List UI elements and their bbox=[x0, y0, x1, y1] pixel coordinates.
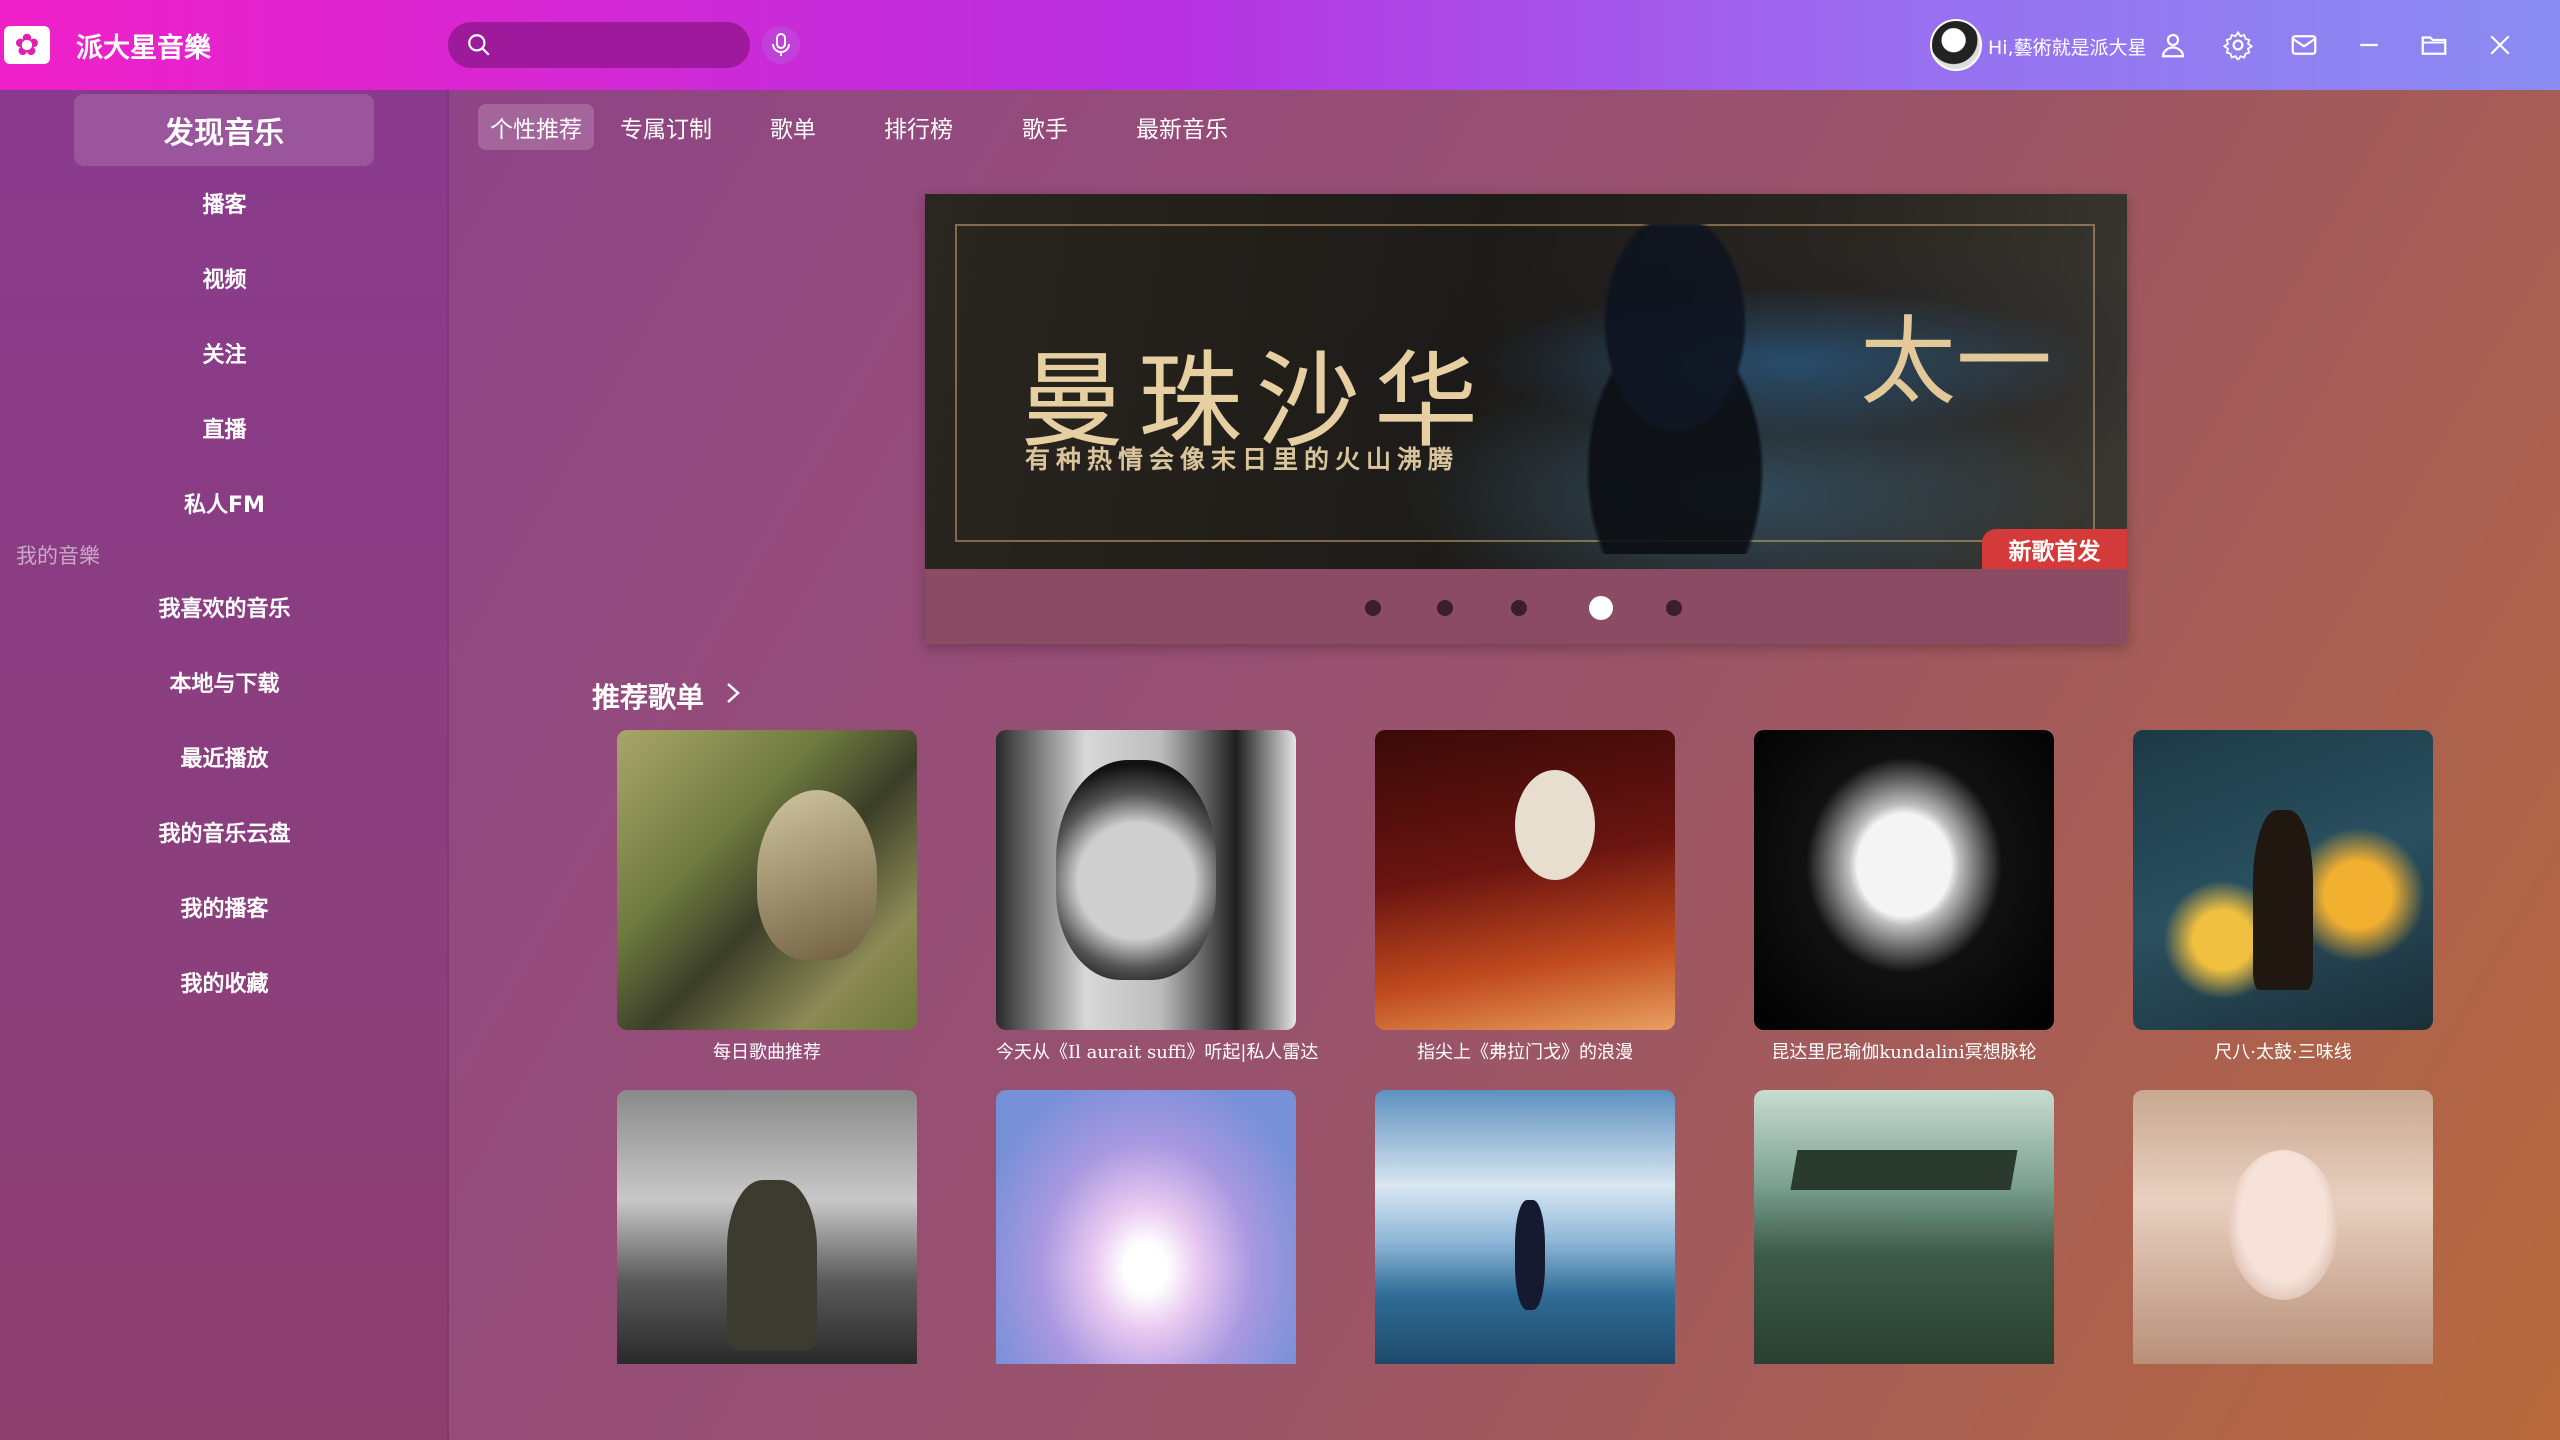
user-icon bbox=[2161, 33, 2185, 58]
my-music-section-label: 我的音樂 bbox=[16, 544, 100, 568]
sidebar-item-recent[interactable]: 最近播放 bbox=[0, 732, 449, 782]
search-input[interactable] bbox=[504, 30, 734, 60]
sidebar-item-podcast[interactable]: 播客 bbox=[0, 178, 449, 228]
playlist-card[interactable] bbox=[2133, 1090, 2433, 1364]
tab-new-music[interactable]: 最新音乐 bbox=[1124, 104, 1240, 150]
sidebar-item-liked[interactable]: 我喜欢的音乐 bbox=[0, 582, 449, 632]
sidebar-item-discover[interactable]: 发现音乐 bbox=[74, 94, 374, 166]
tab-recommend[interactable]: 个性推荐 bbox=[478, 104, 594, 150]
cover-art bbox=[727, 1180, 817, 1350]
app-logo-icon: ✿ bbox=[4, 26, 50, 64]
user-button[interactable] bbox=[2153, 25, 2193, 65]
playlist-card[interactable] bbox=[1754, 1090, 2054, 1364]
banner-image[interactable]: 曼珠沙华 有种热情会像末日里的火山沸腾 太一 新歌首发 bbox=[925, 194, 2127, 569]
close-icon bbox=[2490, 35, 2510, 55]
playlist-title[interactable]: 尺八·太鼓·三味线 bbox=[2133, 1038, 2433, 1064]
microphone-button[interactable] bbox=[762, 26, 800, 64]
sidebar: 发现音乐 播客 视频 关注 直播 私人FM 我的音樂 我喜欢的音乐 本地与下载 … bbox=[0, 90, 449, 1440]
banner-carousel: 曼珠沙华 有种热情会像末日里的火山沸腾 太一 新歌首发 bbox=[925, 194, 2127, 644]
avatar[interactable] bbox=[1930, 19, 1982, 71]
banner-subtitle: 有种热情会像末日里的火山沸腾 bbox=[1025, 445, 1460, 474]
cover-art bbox=[757, 790, 877, 960]
sidebar-item-collection[interactable]: 我的收藏 bbox=[0, 957, 449, 1007]
app-title: 派大星音樂 bbox=[76, 33, 211, 64]
tab-artists[interactable]: 歌手 bbox=[1010, 104, 1080, 150]
gear-icon bbox=[2223, 30, 2253, 60]
sidebar-item-follow[interactable]: 关注 bbox=[0, 328, 449, 378]
minimize-button[interactable] bbox=[2349, 25, 2389, 65]
search-icon bbox=[468, 34, 490, 56]
minimize-icon bbox=[2360, 43, 2378, 47]
playlist-cover[interactable] bbox=[1754, 730, 2054, 1030]
playlist-cover[interactable] bbox=[1754, 1090, 2054, 1364]
playlist-cover[interactable] bbox=[996, 730, 1296, 1030]
microphone-icon bbox=[772, 33, 790, 56]
playlist-title[interactable]: 指尖上《弗拉门戈》的浪漫 bbox=[1375, 1038, 1675, 1064]
carousel-dot[interactable] bbox=[1365, 600, 1381, 616]
playlist-title[interactable]: 今天从《Il aurait suffi》听起|私人雷达 bbox=[996, 1038, 1318, 1064]
playlist-card[interactable]: 指尖上《弗拉门戈》的浪漫 bbox=[1375, 730, 1675, 1064]
playlist-cover[interactable] bbox=[996, 1090, 1296, 1364]
sidebar-item-video[interactable]: 视频 bbox=[0, 253, 449, 303]
playlist-card[interactable]: 尺八·太鼓·三味线 bbox=[2133, 730, 2433, 1064]
sidebar-item-local[interactable]: 本地与下载 bbox=[0, 657, 449, 707]
playlist-title[interactable]: 每日歌曲推荐 bbox=[617, 1038, 917, 1064]
banner-figure bbox=[1525, 224, 1825, 554]
username[interactable]: Hi,藝術就是派大星 bbox=[1988, 33, 2147, 60]
playlist-title[interactable]: 昆达里尼瑜伽kundalini冥想脉轮 bbox=[1754, 1038, 2054, 1064]
carousel-dot[interactable] bbox=[1666, 600, 1682, 616]
playlist-cover[interactable] bbox=[617, 730, 917, 1030]
recommended-playlists-title[interactable]: 推荐歌单 bbox=[592, 676, 704, 716]
playlist-card[interactable]: 昆达里尼瑜伽kundalini冥想脉轮 bbox=[1754, 730, 2054, 1064]
search-box[interactable] bbox=[448, 22, 750, 68]
sidebar-item-live[interactable]: 直播 bbox=[0, 403, 449, 453]
playlist-card[interactable]: 每日歌曲推荐 bbox=[617, 730, 917, 1064]
cover-art bbox=[1515, 770, 1595, 880]
sidebar-item-fm[interactable]: 私人FM bbox=[0, 478, 449, 528]
mail-icon bbox=[2291, 35, 2317, 55]
playlist-cover[interactable] bbox=[1375, 730, 1675, 1030]
carousel-dots bbox=[925, 569, 2127, 644]
cover-art bbox=[1515, 1200, 1545, 1310]
settings-button[interactable] bbox=[2218, 25, 2258, 65]
carousel-dot-active[interactable] bbox=[1589, 596, 1613, 620]
carousel-dot[interactable] bbox=[1437, 600, 1453, 616]
playlist-cover[interactable] bbox=[1375, 1090, 1675, 1364]
playlist-cover[interactable] bbox=[617, 1090, 917, 1364]
playlist-card[interactable] bbox=[617, 1090, 917, 1364]
playlist-card[interactable] bbox=[1375, 1090, 1675, 1364]
carousel-dot[interactable] bbox=[1511, 600, 1527, 616]
playlist-cover[interactable] bbox=[2133, 730, 2433, 1030]
sidebar-item-cloud[interactable]: 我的音乐云盘 bbox=[0, 807, 449, 857]
playlist-card[interactable] bbox=[996, 1090, 1296, 1364]
mail-button[interactable] bbox=[2284, 25, 2324, 65]
close-button[interactable] bbox=[2480, 25, 2520, 65]
title-bar: ✿ 派大星音樂 Hi,藝術就是派大星 bbox=[0, 0, 2560, 90]
cover-art bbox=[1790, 1150, 2018, 1190]
tab-charts[interactable]: 排行榜 bbox=[872, 104, 965, 150]
playlist-card[interactable]: 今天从《Il aurait suffi》听起|私人雷达 bbox=[996, 730, 1318, 1064]
banner-tag-badge: 新歌首发 bbox=[1982, 529, 2127, 569]
banner-side-text: 太一 bbox=[1860, 306, 2052, 418]
chevron-right-icon[interactable] bbox=[722, 678, 744, 708]
tab-playlists[interactable]: 歌单 bbox=[758, 104, 828, 150]
tab-custom[interactable]: 专属订制 bbox=[608, 104, 724, 150]
cover-art bbox=[2253, 810, 2313, 990]
playlist-cover[interactable] bbox=[2133, 1090, 2433, 1364]
folder-button[interactable] bbox=[2414, 25, 2454, 65]
cover-art bbox=[2228, 1150, 2338, 1300]
sidebar-item-my-podcast[interactable]: 我的播客 bbox=[0, 882, 449, 932]
cover-art bbox=[1056, 760, 1216, 980]
folder-icon bbox=[2421, 36, 2447, 55]
